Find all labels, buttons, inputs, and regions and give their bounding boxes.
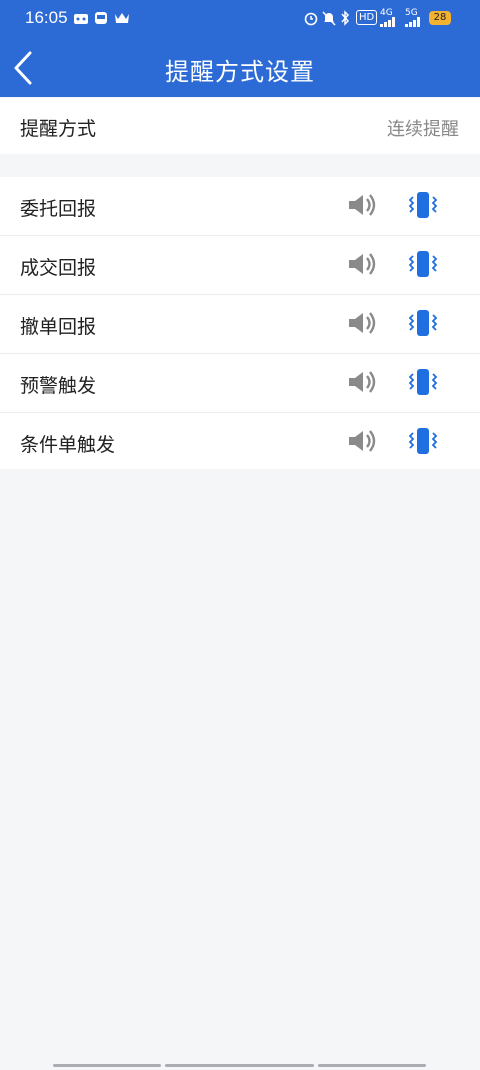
list-item-label: 撤单回报	[20, 316, 97, 338]
hd-badge: HD	[356, 10, 378, 25]
speaker-icon[interactable]	[348, 311, 378, 335]
vibrate-icon[interactable]	[408, 368, 438, 396]
gesture-bar-center[interactable]	[165, 1064, 314, 1067]
alarm-icon	[304, 12, 318, 26]
vibrate-icon[interactable]	[408, 309, 438, 337]
speaker-icon[interactable]	[348, 193, 378, 217]
signal-5g-icon	[405, 17, 420, 27]
signal-4g-icon	[380, 17, 395, 27]
status-bar: 16:05 HD 4G 5G 28	[0, 0, 480, 36]
list-item-label: 委托回报	[20, 198, 97, 220]
app-notification-icon	[74, 14, 88, 24]
list-item-label: 成交回报	[20, 257, 97, 279]
vibrate-icon[interactable]	[408, 250, 438, 278]
notification-list: 委托回报 成交回报 撤单回报 预警触发 条件单触发	[0, 177, 480, 469]
list-item-label: 条件单触发	[20, 434, 116, 456]
speaker-icon[interactable]	[348, 429, 378, 453]
status-time: 16:05	[25, 8, 68, 27]
vibrate-icon[interactable]	[408, 427, 438, 455]
list-item-cancel-report: 撤单回报	[0, 295, 480, 354]
list-item-conditional-order-trigger: 条件单触发	[0, 413, 480, 471]
page-title: 提醒方式设置	[165, 58, 315, 86]
speaker-icon[interactable]	[348, 252, 378, 276]
list-item-label: 预警触发	[20, 375, 97, 397]
reminder-mode-value[interactable]: 连续提醒	[387, 115, 459, 141]
list-item-trade-report: 成交回报	[0, 236, 480, 295]
bluetooth-icon	[341, 10, 350, 26]
reminder-mode-row[interactable]: 提醒方式 连续提醒	[0, 98, 480, 154]
crown-icon	[115, 13, 129, 23]
list-item-order-report: 委托回报	[0, 177, 480, 236]
gesture-bar-right	[318, 1064, 426, 1067]
list-item-alert-trigger: 预警触发	[0, 354, 480, 413]
title-bar: 提醒方式设置	[0, 40, 480, 97]
speaker-icon[interactable]	[348, 370, 378, 394]
reminder-mode-label: 提醒方式	[20, 118, 97, 140]
vibrate-icon[interactable]	[408, 191, 438, 219]
mute-icon	[322, 11, 336, 26]
app-header: 16:05 HD 4G 5G 28 提醒方式设置	[0, 0, 480, 97]
gesture-bar-left	[53, 1064, 161, 1067]
battery-indicator: 28	[429, 11, 451, 25]
robot-notification-icon	[95, 12, 107, 24]
